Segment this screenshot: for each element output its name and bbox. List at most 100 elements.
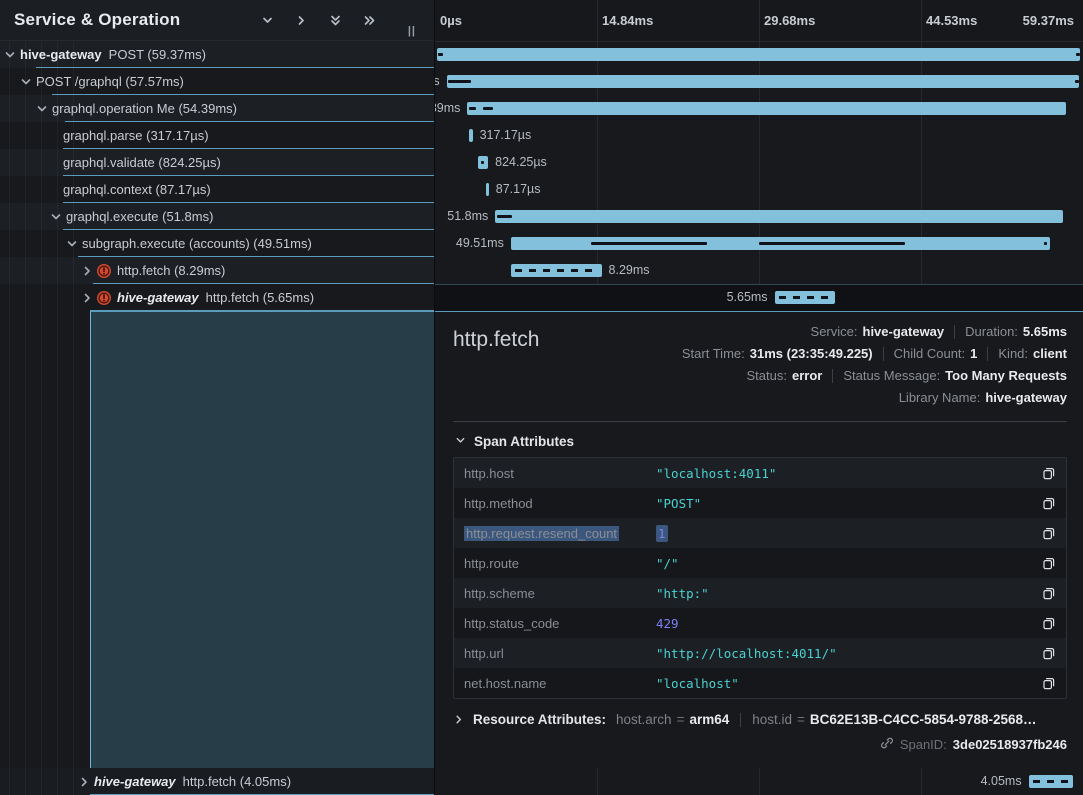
panel-resize-handle[interactable]: || (408, 25, 416, 37)
timeline-row[interactable]: 4.05ms (435, 768, 1083, 795)
tree-row[interactable]: graphql.execute (51.8ms) (0, 203, 434, 230)
tree-row[interactable]: hive-gateway http.fetch (4.05ms) (0, 768, 434, 795)
chevron-down-icon[interactable] (66, 238, 78, 250)
expand-all-icon[interactable] (363, 14, 376, 27)
child-span-marker (591, 242, 708, 245)
attribute-value: 429 (646, 616, 1040, 631)
tree-row[interactable]: http.fetch (8.29ms) (0, 257, 434, 284)
chevron-down-icon[interactable] (50, 211, 62, 223)
attribute-value: "localhost" (646, 676, 1040, 691)
span-label: subgraph.execute (accounts) (49.51ms) (82, 236, 312, 251)
child-span-marker (483, 107, 493, 110)
span-duration-bar[interactable] (511, 264, 602, 277)
attribute-key: http.host (464, 466, 646, 481)
time-tick-label: 14.84ms (602, 13, 653, 28)
collapse-all-icon[interactable] (329, 14, 342, 27)
timeline-row[interactable]: 87.17µs (435, 176, 1083, 203)
timeline-row[interactable]: 51.8ms (435, 203, 1083, 230)
resource-attributes-row[interactable]: Resource Attributes: host.arch=arm64host… (453, 712, 1067, 727)
span-duration-bar[interactable] (775, 291, 835, 304)
tree-row[interactable]: POST /graphql (57.57ms) (0, 68, 434, 95)
trace-viewer: Service & Operation || hive-gate (0, 0, 1083, 795)
span-duration-label: 54.39ms (435, 102, 460, 115)
divider (832, 369, 833, 383)
tree-header-title: Service & Operation (14, 10, 180, 30)
attribute-value: 1 (646, 526, 1040, 541)
tree-row[interactable]: graphql.operation Me (54.39ms) (0, 95, 434, 122)
link-icon[interactable] (880, 736, 894, 753)
timeline-row[interactable]: 5.65ms (435, 284, 1083, 311)
tree-row[interactable]: subgraph.execute (accounts) (49.51ms) (0, 230, 434, 257)
span-label: graphql.validate (824.25µs) (63, 155, 221, 170)
gridline (759, 0, 760, 41)
copy-icon[interactable] (1040, 465, 1056, 481)
child-span-marker (759, 242, 905, 245)
copy-icon[interactable] (1040, 645, 1056, 661)
child-span-marker (469, 107, 476, 110)
tree-row[interactable]: graphql.context (87.17µs) (0, 176, 434, 203)
collapse-one-icon[interactable] (261, 14, 274, 27)
chevron-right-icon[interactable] (81, 292, 93, 304)
span-duration-bar[interactable] (1029, 775, 1074, 788)
tree-row[interactable]: graphql.parse (317.17µs) (0, 122, 434, 149)
meta-line: Start Time:31ms (23:35:49.225)Child Coun… (682, 346, 1067, 361)
copy-icon[interactable] (1040, 495, 1056, 511)
chevron-down-icon[interactable] (4, 49, 16, 61)
chevron-right-icon (453, 714, 464, 725)
copy-icon[interactable] (1040, 615, 1056, 631)
copy-icon[interactable] (1040, 585, 1056, 601)
expand-one-icon[interactable] (295, 14, 308, 27)
span-duration-bar[interactable] (437, 48, 1080, 61)
timeline-header: 0µs14.84ms29.68ms44.53ms59.37ms (435, 0, 1083, 42)
row-connector-line (63, 148, 434, 149)
span-duration-label: 317.17µs (480, 129, 532, 142)
timeline-row[interactable]: 57.57ms (435, 68, 1083, 95)
span-id-label: SpanID: (900, 737, 947, 752)
span-duration-bar[interactable] (467, 102, 1066, 115)
row-connector-line (78, 256, 434, 257)
timeline-row[interactable]: 49.51ms (435, 230, 1083, 257)
span-duration-bar[interactable] (486, 183, 489, 196)
chevron-down-icon[interactable] (20, 76, 32, 88)
equals-sign: = (797, 712, 805, 727)
child-span-marker (1076, 53, 1081, 56)
copy-icon[interactable] (1040, 675, 1056, 691)
timeline-row[interactable]: 8.29ms (435, 257, 1083, 284)
time-tick-label: 59.37ms (1023, 13, 1074, 28)
selected-span-expanded-region[interactable] (90, 311, 434, 768)
meta-value: 1 (970, 346, 977, 361)
timeline-panel: 0µs14.84ms29.68ms44.53ms59.37ms 59.37ms … (434, 0, 1083, 795)
attribute-row: http.scheme "http:" (454, 578, 1066, 608)
child-span-marker (448, 80, 471, 83)
attribute-key: http.method (464, 496, 646, 511)
span-duration-bar[interactable] (469, 129, 473, 142)
span-attributes-title: Span Attributes (474, 434, 574, 449)
span-duration-bar[interactable] (447, 75, 1079, 88)
attribute-key: http.route (464, 556, 646, 571)
timeline-row[interactable]: 317.17µs (435, 122, 1083, 149)
span-duration-label: 824.25µs (495, 156, 547, 169)
attribute-row: http.status_code 429 (454, 608, 1066, 638)
tree-row[interactable]: graphql.validate (824.25µs) (0, 149, 434, 176)
chevron-down-icon[interactable] (36, 103, 48, 115)
tree-row[interactable]: hive-gateway POST (59.37ms) (0, 41, 434, 68)
attribute-value: "localhost:4011" (646, 466, 1040, 481)
meta-label: Status Message: (843, 368, 940, 383)
time-tick-label: 0µs (440, 13, 462, 28)
meta-label: Duration: (965, 324, 1018, 339)
attribute-row: http.route "/" (454, 548, 1066, 578)
span-service-name: hive-gateway (20, 47, 102, 62)
chevron-right-icon[interactable] (81, 265, 93, 277)
chevron-right-icon[interactable] (78, 776, 90, 788)
tree-row[interactable]: hive-gateway http.fetch (5.65ms) (0, 284, 434, 311)
attribute-row: http.request.resend_count 1 (454, 518, 1066, 548)
attribute-key: http.status_code (464, 616, 646, 631)
span-duration-bar[interactable] (495, 210, 1063, 223)
timeline-row[interactable]: 54.39ms (435, 95, 1083, 122)
timeline-row[interactable]: 824.25µs (435, 149, 1083, 176)
copy-icon[interactable] (1040, 555, 1056, 571)
span-attributes-header[interactable]: Span Attributes (455, 434, 1067, 449)
divider (954, 325, 955, 339)
copy-icon[interactable] (1040, 525, 1056, 541)
timeline-row[interactable]: 59.37ms (435, 41, 1083, 68)
